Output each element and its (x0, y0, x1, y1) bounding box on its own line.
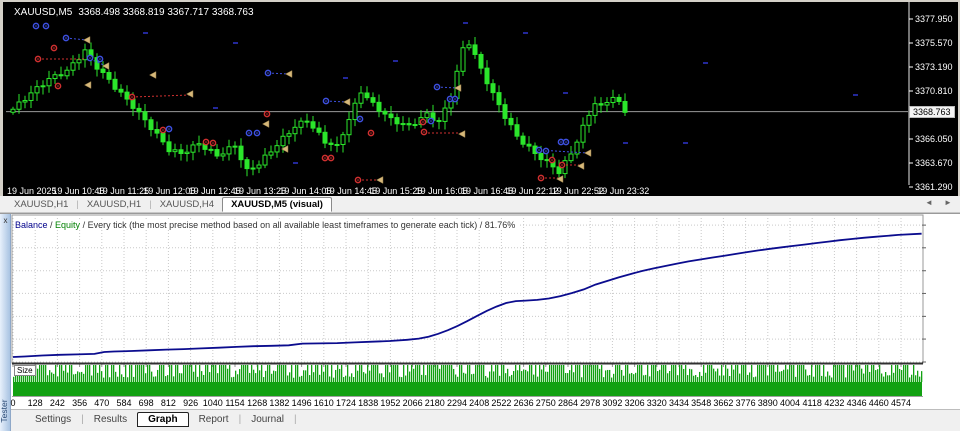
close-icon[interactable]: x (1, 216, 10, 225)
tester-x-axis-label: 3890 (757, 398, 778, 408)
tab-scroll-right-icon[interactable]: ► (944, 198, 952, 207)
price-axis-label: 3361.290 (915, 182, 953, 192)
time-axis-label: 19 Jun 10:45 (52, 186, 105, 196)
tester-tab-journal[interactable]: Journal (241, 413, 294, 426)
strategy-tester-panel: Balance / Equity / Every tick (the most … (0, 213, 960, 431)
size-panel-label: Size (14, 365, 36, 376)
tester-x-axis-label: 3662 (713, 398, 734, 408)
tester-x-axis-label: 2408 (469, 398, 490, 408)
candlestick-plot[interactable] (3, 2, 958, 196)
tester-x-axis-label: 4232 (824, 398, 845, 408)
tester-x-axis-label: 128 (27, 398, 43, 408)
tester-x-axis-label: 812 (160, 398, 176, 408)
tester-x-axis-label: 2180 (424, 398, 445, 408)
tester-side-strip: x Tester (0, 214, 11, 431)
tester-x-axis-label: 2864 (557, 398, 579, 408)
time-axis-label: 19 Jun 15:25 (370, 186, 423, 196)
tester-x-axis-label: 1724 (335, 398, 357, 408)
price-axis-label: 3366.050 (915, 134, 953, 144)
tester-x-axis-label: 1952 (380, 398, 401, 408)
time-axis-label: 19 Jun 12:45 (188, 186, 241, 196)
tester-x-axis-label: 4004 (779, 398, 801, 408)
tester-x-axis-label: 1838 (358, 398, 379, 408)
tester-x-axis-label: 1496 (291, 398, 312, 408)
chart-tab-xauusd-h4[interactable]: XAUUSD,H4 (152, 198, 222, 211)
tester-x-axis-label: 3092 (602, 398, 623, 408)
tester-x-axis-label: 3776 (735, 398, 756, 408)
tester-x-axis-label: 4460 (868, 398, 889, 408)
mt4-strategy-tester-window: XAUUSD,M5 3368.498 3368.819 3367.717 3368… (0, 0, 960, 431)
tester-tab-graph[interactable]: Graph (137, 412, 189, 427)
tab-scroll-left-icon[interactable]: ◄ (925, 198, 933, 207)
tester-x-axis-label: 1382 (269, 398, 290, 408)
chart-tab-xauusd-h1[interactable]: XAUUSD,H1 (79, 198, 149, 211)
time-axis-label: 19 Jun 11:25 (97, 186, 150, 196)
tester-x-axis-label: 470 (94, 398, 110, 408)
legend-equity: Equity (55, 220, 81, 230)
candlestick-chart[interactable]: XAUUSD,M5 3368.498 3368.819 3367.717 3368… (0, 0, 960, 196)
tester-x-axis-label: 1040 (202, 398, 223, 408)
price-axis-label: 3377.950 (915, 14, 953, 24)
tester-x-axis-label: 356 (72, 398, 88, 408)
chart-ohlc-values: 3368.498 3368.819 3367.717 3368.763 (78, 7, 254, 18)
tester-tab-results[interactable]: Results (84, 413, 137, 426)
tester-x-axis-label: 3206 (624, 398, 645, 408)
tester-x-axis-label: 4346 (846, 398, 867, 408)
time-axis-label: 19 Jun 14:05 (279, 186, 332, 196)
tester-x-axis-label: 3320 (646, 398, 667, 408)
chart-tab-xauusd-m5-visual-[interactable]: XAUUSD,M5 (visual) (222, 196, 332, 212)
tester-x-axis-label: 584 (116, 398, 132, 408)
tester-x-axis-label: 242 (49, 398, 65, 408)
legend-separator: / (47, 220, 56, 230)
tester-x-axis-label: 2750 (535, 398, 556, 408)
tester-strip-label: Tester (0, 399, 9, 423)
tester-x-axis-label: 2522 (491, 398, 512, 408)
tester-x-axis-label: 2978 (580, 398, 601, 408)
legend-balance: Balance (15, 220, 48, 230)
time-axis-label: 19 Jun 23:32 (597, 186, 650, 196)
time-axis-label: 19 Jun 2025 (7, 186, 57, 196)
time-axis-label: 19 Jun 14:45 (324, 186, 377, 196)
tester-x-axis-label: 1154 (225, 398, 245, 408)
tester-tab-settings[interactable]: Settings (25, 413, 81, 426)
time-axis-label: 19 Jun 12:05 (143, 186, 196, 196)
time-axis-label: 19 Jun 22:12 (506, 186, 559, 196)
tester-x-axis-label: 926 (183, 398, 199, 408)
chart-tab-xauusd-h1[interactable]: XAUUSD,H1 (6, 198, 76, 211)
time-axis-label: 19 Jun 22:52 (551, 186, 604, 196)
tester-graph-plot[interactable] (0, 214, 960, 409)
price-axis-label: 3370.810 (915, 86, 953, 96)
tester-tab-bar: Settings | Results Graph Report | Journal | (11, 409, 960, 431)
price-axis-label: 3373.190 (915, 62, 953, 72)
tester-x-axis-label: 4118 (802, 398, 822, 408)
chart-tab-bar: XAUUSD,H1 | XAUUSD,H1 | XAUUSD,H4 XAUUSD,M5 (… (0, 196, 960, 213)
tester-x-axis-label: 3548 (691, 398, 712, 408)
tester-x-axis-label: 4574 (890, 398, 912, 408)
tester-x-axis-label: 2636 (513, 398, 534, 408)
time-axis-label: 19 Jun 13:25 (234, 186, 287, 196)
legend-method-text: / Every tick (the most precise method ba… (80, 220, 516, 230)
tester-x-axis-label: 2294 (446, 398, 468, 408)
tester-x-axis-label: 2066 (402, 398, 423, 408)
tester-x-axis-label: 0 (10, 398, 16, 408)
time-axis-label: 19 Jun 16:45 (461, 186, 514, 196)
tester-graph-header: Balance / Equity / Every tick (the most … (15, 220, 520, 230)
tester-x-axis-label: 1610 (313, 398, 334, 408)
current-price-tag: 3368.763 (909, 105, 955, 118)
tester-tab-report[interactable]: Report (189, 413, 239, 426)
tab-separator: | (294, 414, 297, 425)
price-axis-label: 3375.570 (915, 38, 953, 48)
tester-x-axis-label: 698 (138, 398, 154, 408)
chart-ohlc-title: XAUUSD,M5 3368.498 3368.819 3367.717 3368… (14, 7, 254, 18)
price-axis-label: 3363.670 (915, 158, 953, 168)
tester-x-axis-label: 1268 (247, 398, 268, 408)
tester-x-axis-label: 3434 (668, 398, 690, 408)
chart-symbol-period: XAUUSD,M5 (14, 7, 73, 18)
time-axis-label: 19 Jun 16:05 (415, 186, 468, 196)
